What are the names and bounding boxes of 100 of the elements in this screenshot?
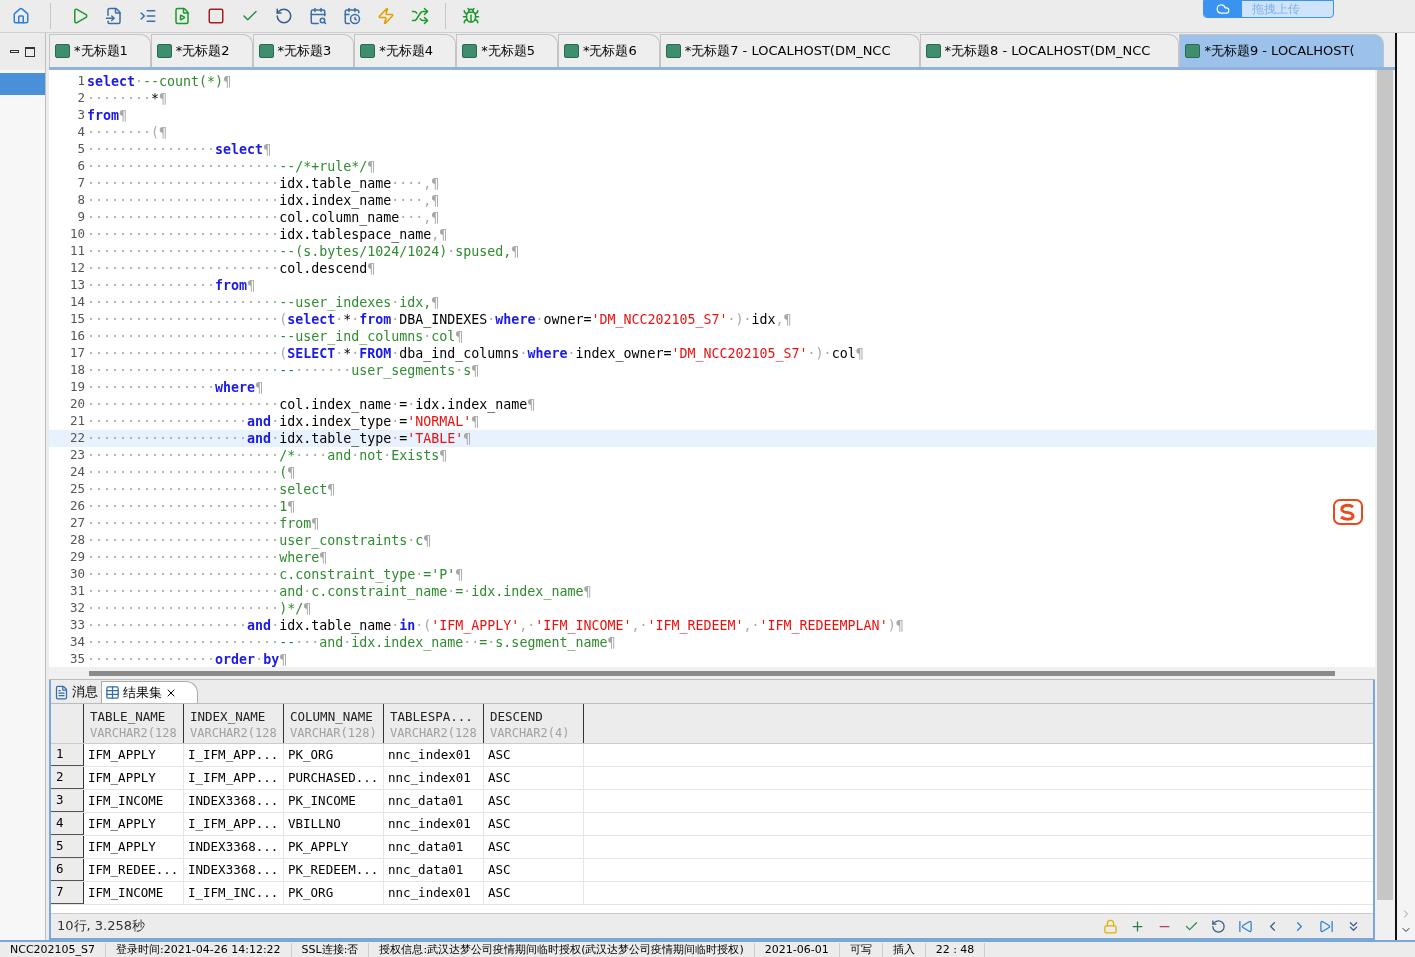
editor-tab[interactable]: *无标题1 — [49, 34, 151, 67]
table-cell: IFM_APPLY — [84, 767, 184, 789]
code-editor[interactable] — [49, 70, 1375, 667]
code-line: ························where¶ — [87, 549, 328, 566]
code-line: ························idx.table_name····,¶ — [87, 175, 440, 192]
minimize-icon[interactable] — [10, 50, 19, 53]
line-number: 1 — [76, 72, 86, 91]
code-line: ················select¶ — [87, 141, 272, 158]
code-line: ························--user_ind_columns·col¶ — [87, 328, 464, 345]
code-line: ········(¶ — [87, 124, 168, 141]
line-number: 6 — [76, 157, 86, 176]
line-number: 24 — [68, 463, 86, 482]
table-cell: PK_ORG — [284, 882, 384, 904]
table-cell: PK_ORG — [284, 744, 384, 766]
status-text: 22 : 48 — [925, 942, 986, 957]
status-text: 可写 — [839, 942, 883, 957]
undo-icon[interactable] — [1211, 918, 1226, 934]
cloud-icon — [1216, 2, 1230, 16]
line-number: 8 — [76, 191, 86, 210]
add-icon[interactable] — [1130, 918, 1145, 934]
column-header[interactable]: DESCEND VARCHAR2(4) — [484, 704, 584, 743]
line-number: 29 — [68, 548, 86, 567]
table-cell: IFM_INCOME — [84, 790, 184, 812]
editor-tab[interactable]: *无标题4 — [354, 34, 457, 67]
status-text: NCC202105_S7 — [0, 942, 107, 957]
maximize-icon[interactable] — [25, 46, 35, 57]
line-number: 15 — [68, 310, 86, 329]
line-number: 11 — [68, 242, 86, 261]
line-number: 19 — [68, 378, 86, 397]
horizontal-scrollbar[interactable] — [49, 667, 1375, 680]
editor-tab[interactable]: *无标题6 — [557, 34, 660, 67]
line-number: 5 — [76, 140, 86, 159]
row-number: 2 — [51, 767, 84, 789]
line-number: 26 — [68, 497, 86, 516]
code-line: ················order·by¶ — [87, 651, 288, 667]
code-line: ························--user_indexes·idx,¶ — [87, 294, 440, 311]
code-line: select·--count(*)¶ — [87, 73, 232, 90]
table-cell: I_IFM_APP... — [184, 767, 284, 789]
vertical-scrollbar[interactable] — [1375, 70, 1395, 940]
row-number: 3 — [51, 790, 84, 812]
line-number: 27 — [68, 514, 86, 533]
table-cell: I_IFM_INC... — [184, 882, 284, 904]
editor-tab[interactable]: *无标题8 - LOCALHOST(DM_NCC — [919, 34, 1180, 67]
status-text: 登录时间:2021-04-26 14:12:22 — [106, 942, 292, 957]
code-line: ························idx.index_name····,¶ — [87, 192, 440, 209]
line-number: 20 — [68, 395, 86, 414]
status-text: 授权信息:武汉达梦公司疫情期间临时授权(武汉达梦公司疫情期间临时授权) — [369, 942, 755, 957]
message-icon — [54, 684, 69, 700]
code-line: ························col.descend¶ — [87, 260, 376, 277]
table-cell: ASC — [484, 767, 584, 789]
status-text: SSL连接:否 — [291, 942, 370, 957]
editor-tab[interactable]: *无标题9 - LOCALHOST( — [1179, 34, 1384, 67]
line-number: 34 — [68, 633, 86, 652]
editor-tab[interactable]: *无标题5 — [456, 34, 558, 67]
row-number: 7 — [51, 882, 84, 904]
line-number: 3 — [76, 106, 86, 125]
table-cell: I_IFM_APP... — [184, 744, 284, 766]
table-cell: ASC — [484, 813, 584, 835]
line-number: 12 — [68, 259, 86, 278]
line-number: 4 — [76, 123, 86, 142]
code-line: ····················and·idx.table_name·in·('IFM_APPLY',·'IFM_INCOME',·'IFM_REDEEM',·'IFM_REDEEMPLAN')¶ — [87, 617, 904, 634]
code-line: ························1¶ — [87, 498, 296, 515]
code-line: ························idx.tablespace_name,¶ — [87, 226, 448, 243]
column-header[interactable]: COLUMN_NAME VARCHAR(128) — [284, 704, 384, 743]
table-cell: PK_APPLY — [284, 836, 384, 858]
first-icon[interactable] — [1238, 918, 1253, 934]
table-cell: PK_REDEEM... — [284, 859, 384, 881]
line-number: 7 — [76, 174, 86, 193]
table-cell: ASC — [484, 790, 584, 812]
status-text: 插入 — [882, 942, 926, 957]
table-cell: IFM_REDEE... — [84, 859, 184, 881]
table-cell: nnc_data01 — [384, 859, 484, 881]
last-icon[interactable] — [1319, 918, 1334, 934]
row-number: 6 — [51, 859, 84, 881]
editor-tab[interactable]: *无标题2 — [150, 34, 253, 67]
table-cell: I_IFM_APP... — [184, 813, 284, 835]
result-tab[interactable]: 结果集 — [101, 681, 198, 703]
table-cell: nnc_index01 — [384, 813, 484, 835]
code-line: ························col.column_name···,¶ — [87, 209, 440, 226]
table-cell: nnc_data01 — [384, 790, 484, 812]
input-method-icon[interactable] — [1333, 498, 1363, 526]
line-number: 13 — [68, 276, 86, 295]
code-line: ························col.index_name·=·idx.index_name¶ — [87, 396, 536, 413]
table-cell: PURCHASED... — [284, 767, 384, 789]
code-line: ········*¶ — [87, 90, 168, 107]
line-number: 10 — [68, 225, 86, 244]
line-number: 9 — [76, 208, 86, 227]
table-cell: nnc_data01 — [384, 836, 484, 858]
line-number: 23 — [68, 446, 86, 465]
code-line: ····················and·idx.table_type·='TABLE'¶ — [87, 430, 472, 447]
line-number: 22 — [68, 429, 86, 448]
editor-tab[interactable]: *无标题3 — [252, 34, 355, 67]
column-header[interactable]: TABLE_NAME VARCHAR2(128 — [84, 704, 184, 743]
editor-tab[interactable]: *无标题7 - LOCALHOST(DM_NCC — [659, 34, 920, 67]
column-header[interactable]: INDEX_NAME VARCHAR2(128 — [184, 704, 284, 743]
line-number: 21 — [68, 412, 86, 431]
result-tab[interactable]: 消息 — [51, 681, 101, 703]
table-cell: IFM_APPLY — [84, 836, 184, 858]
column-header[interactable]: TABLESPA... VARCHAR2(128 — [384, 704, 484, 743]
code-line: ························(SELECT·*·FROM·dba_ind_columns·where·index_owner='DM_NCC202105_S7'·)·col¶ — [87, 345, 864, 362]
